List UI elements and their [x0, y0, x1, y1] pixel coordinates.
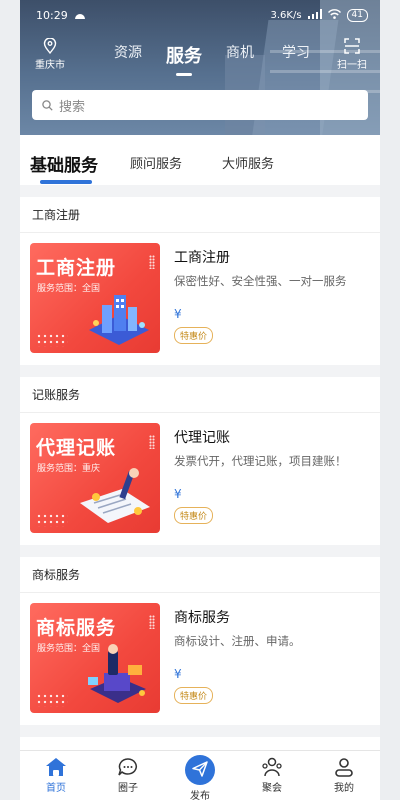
section-business-registration: 工商注册 工商注册 服务范围：全国 工商注册 保密性好、安全性强、一对一服务 ¥… — [20, 197, 380, 365]
scan-icon — [344, 38, 360, 54]
image-title: 工商注册 — [36, 257, 117, 279]
status-bar: 10:29 3.6K/s 41 — [20, 0, 380, 30]
image-title: 商标服务 — [36, 617, 117, 639]
service-description: 保密性好、安全性强、一对一服务 — [174, 274, 347, 288]
tab-services[interactable]: 服务 — [156, 42, 212, 76]
nav-gathering-label: 聚会 — [262, 783, 282, 794]
active-tab-indicator — [40, 180, 92, 184]
main-tabs: 资源 服务 商机 学习 — [100, 42, 324, 76]
decor-dots — [36, 333, 68, 347]
top-navigation: 重庆市 资源 服务 商机 学习 扫一扫 — [20, 32, 380, 80]
nav-gathering[interactable]: 聚会 — [236, 751, 308, 800]
trademark-illustration — [88, 644, 146, 703]
service-name: 工商注册 — [174, 250, 230, 266]
discount-badge: 特惠价 — [174, 327, 214, 344]
service-card[interactable]: 工商注册 服务范围：全国 工商注册 保密性好、安全性强、一对一服务 ¥ 特惠价 — [20, 233, 380, 365]
subtab-master[interactable]: 大师服务 — [222, 153, 274, 172]
service-description: 发票代开，代理记账，项目建账！ — [174, 454, 347, 468]
service-subtabs: 基础服务 顾问服务 大师服务 — [20, 135, 380, 185]
section-title: 商标服务 — [20, 557, 380, 593]
service-card[interactable]: 商标服务 服务范围：全国 商标服务 商标设计、注册、申请。 ¥ 特惠价 — [20, 593, 380, 725]
wifi-icon — [327, 8, 341, 22]
tab-resources[interactable]: 资源 — [100, 42, 156, 68]
home-icon — [46, 758, 66, 776]
service-description: 商标设计、注册、申请。 — [174, 634, 301, 648]
decor-dots — [149, 615, 155, 629]
status-time: 10:29 — [36, 8, 68, 22]
header-banner: 10:29 3.6K/s 41 重庆市 资源 服务 商机 学习 扫一扫 搜索 — [20, 0, 380, 135]
nav-publish[interactable]: 发布 — [164, 751, 236, 800]
publish-button-circle — [185, 755, 215, 785]
tab-learning[interactable]: 学习 — [268, 42, 324, 68]
network-speed: 3.6K/s — [270, 9, 302, 21]
decor-dots — [36, 693, 68, 707]
section-next-partial — [20, 737, 380, 751]
service-price: ¥ — [174, 667, 182, 681]
service-name: 代理记账 — [174, 430, 230, 446]
nav-home-label: 首页 — [46, 783, 66, 794]
service-name: 商标服务 — [174, 610, 230, 626]
service-info: 工商注册 保密性好、安全性强、一对一服务 ¥ 特惠价 — [174, 247, 370, 344]
section-bookkeeping: 记账服务 代理记账 服务范围：重庆 代理记账 发票代开，代理记账，项目建账！ ¥… — [20, 377, 380, 545]
location-button[interactable]: 重庆市 — [30, 38, 70, 71]
document-illustration — [80, 468, 150, 523]
service-price: ¥ — [174, 307, 182, 321]
section-title: 工商注册 — [20, 197, 380, 233]
search-icon — [42, 99, 53, 111]
subtab-basic-label: 基础服务 — [30, 156, 98, 176]
send-icon — [192, 761, 208, 777]
service-info: 商标服务 商标设计、注册、申请。 ¥ 特惠价 — [174, 607, 370, 704]
nav-publish-label: 发布 — [190, 791, 210, 800]
nav-profile-label: 我的 — [334, 783, 354, 794]
bottom-navigation: 首页 圈子 发布 聚会 我的 — [20, 750, 380, 800]
image-title: 代理记账 — [36, 437, 117, 459]
location-pin-icon — [43, 38, 57, 54]
group-icon — [262, 757, 282, 777]
service-card[interactable]: 代理记账 服务范围：重庆 代理记账 发票代开，代理记账，项目建账！ ¥ 特惠价 — [20, 413, 380, 545]
scan-label: 扫一扫 — [337, 60, 367, 71]
user-icon — [335, 758, 353, 777]
app-screen: 10:29 3.6K/s 41 重庆市 资源 服务 商机 学习 扫一扫 搜索 基… — [20, 0, 380, 800]
decor-dots — [149, 435, 155, 449]
android-icon — [74, 9, 86, 22]
city-illustration — [89, 295, 149, 345]
signal-icon — [307, 8, 322, 22]
section-title: 记账服务 — [20, 377, 380, 413]
location-label: 重庆市 — [35, 60, 65, 71]
nav-profile[interactable]: 我的 — [308, 751, 380, 800]
nav-circle[interactable]: 圈子 — [92, 751, 164, 800]
nav-home[interactable]: 首页 — [20, 751, 92, 800]
search-input[interactable]: 搜索 — [32, 90, 368, 120]
subtab-consultant[interactable]: 顾问服务 — [130, 153, 182, 172]
nav-circle-label: 圈子 — [118, 783, 138, 794]
discount-badge: 特惠价 — [174, 687, 214, 704]
battery-indicator: 41 — [346, 8, 368, 22]
service-price: ¥ — [174, 487, 182, 501]
decor-dots — [36, 513, 68, 527]
service-image: 商标服务 服务范围：全国 — [30, 603, 160, 713]
scan-button[interactable]: 扫一扫 — [332, 38, 372, 71]
service-image: 工商注册 服务范围：全国 — [30, 243, 160, 353]
service-info: 代理记账 发票代开，代理记账，项目建账！ ¥ 特惠价 — [174, 427, 370, 524]
chat-icon — [118, 758, 137, 776]
decor-dots — [149, 255, 155, 269]
subtab-basic[interactable]: 基础服务 — [30, 151, 98, 184]
discount-badge: 特惠价 — [174, 507, 214, 524]
tab-business[interactable]: 商机 — [212, 42, 268, 68]
search-placeholder: 搜索 — [59, 99, 86, 115]
service-image: 代理记账 服务范围：重庆 — [30, 423, 160, 533]
section-trademark: 商标服务 商标服务 服务范围：全国 商标服务 商标设计、注册、申请。 ¥ 特惠价 — [20, 557, 380, 725]
